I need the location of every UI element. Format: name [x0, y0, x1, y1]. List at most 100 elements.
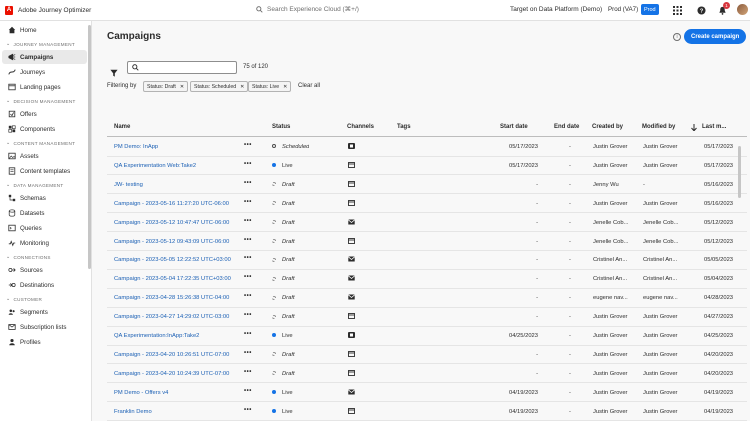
column-header-last-modified[interactable]: Last m... — [702, 124, 726, 130]
more-actions-icon[interactable]: ••• — [244, 312, 252, 318]
table-row[interactable]: JW- testing ••• Draft - - Jenny Wu - 05/16/2023 — [107, 176, 747, 195]
table-row[interactable]: Campaign - 2023-05-12 10:47:47 UTC-06:00… — [107, 214, 747, 233]
sidebar-item-segments[interactable]: Segments — [2, 305, 87, 319]
more-actions-icon[interactable]: ••• — [244, 180, 252, 186]
sidebar-section-header[interactable]: ⌄ DATA MANAGEMENT — [0, 179, 91, 191]
table-row[interactable]: Campaign - 2023-05-04 17:22:35 UTC+03:00… — [107, 270, 747, 289]
remove-filter-icon[interactable]: ✕ — [180, 84, 184, 90]
table-row[interactable]: PM Demo - Offers v4 ••• Live 04/19/2023 - Jus… — [107, 384, 747, 403]
column-header-tags[interactable]: Tags — [397, 124, 411, 130]
sidebar-item-components[interactable]: Components — [2, 122, 87, 136]
sidebar-item-journeys[interactable]: Journeys — [2, 65, 87, 79]
sidebar-item-campaigns[interactable]: Campaigns — [2, 50, 87, 64]
campaign-name-link[interactable]: JW- testing — [114, 182, 239, 188]
more-actions-icon[interactable]: ••• — [244, 161, 252, 167]
sidebar-item-landing-pages[interactable]: Landing pages — [2, 80, 87, 94]
filter-tag-scheduled[interactable]: Status: Scheduled ✕ — [190, 81, 249, 92]
campaign-name-link[interactable]: Campaign - 2023-04-20 10:26:51 UTC-07:00 — [114, 352, 239, 358]
campaign-name-link[interactable]: QA Experimentation Web:Take2 — [114, 163, 239, 169]
sidebar-item-destinations[interactable]: Destinations — [2, 278, 87, 292]
sidebar-item-profiles[interactable]: Profiles — [2, 335, 87, 349]
table-row[interactable]: QA Experimentation:InApp:Take2 ••• Live 04/… — [107, 327, 747, 346]
campaign-name-link[interactable]: Campaign - 2023-05-05 12:22:52 UTC+03:00 — [114, 257, 239, 263]
more-actions-icon[interactable]: ••• — [244, 142, 252, 148]
sidebar-section-header[interactable]: ⌄ DECISION MANAGEMENT — [0, 95, 91, 107]
more-actions-icon[interactable]: ••• — [244, 218, 252, 224]
sort-arrow-icon[interactable] — [691, 124, 697, 133]
column-header-channels[interactable]: Channels — [347, 124, 374, 130]
sidebar-item-schemas[interactable]: Schemas — [2, 191, 87, 205]
sidebar-item-datasets[interactable]: Datasets — [2, 206, 87, 220]
notifications-icon[interactable]: 1 — [716, 2, 730, 16]
column-header-name[interactable]: Name — [114, 124, 130, 130]
table-row[interactable]: Campaign - 2023-05-16 11:27:20 UTC-06:00… — [107, 195, 747, 214]
column-header-created-by[interactable]: Created by — [592, 124, 623, 130]
user-avatar[interactable] — [737, 4, 748, 15]
sidebar-item-content-templates[interactable]: Content templates — [2, 164, 87, 178]
table-row[interactable]: Campaign - 2023-05-05 12:22:52 UTC+03:00… — [107, 251, 747, 270]
app-title[interactable]: Adobe Journey Optimizer — [18, 7, 91, 14]
campaign-name-link[interactable]: Campaign - 2023-05-04 17:22:35 UTC+03:00 — [114, 276, 239, 282]
column-header-end-date[interactable]: End date — [554, 124, 579, 130]
more-actions-icon[interactable]: ••• — [244, 255, 252, 261]
sidebar-item-queries[interactable]: Queries — [2, 221, 87, 235]
sidebar-item-offers[interactable]: Offers — [2, 107, 87, 121]
table-row[interactable]: Campaign - 2023-04-27 14:29:02 UTC-03:00… — [107, 308, 747, 327]
filter-icon[interactable] — [110, 64, 118, 82]
info-icon[interactable]: i — [673, 33, 681, 41]
table-row[interactable]: Campaign - 2023-04-20 10:26:51 UTC-07:00… — [107, 346, 747, 365]
more-actions-icon[interactable]: ••• — [244, 350, 252, 356]
remove-filter-icon[interactable]: ✕ — [283, 84, 287, 90]
adobe-logo-icon[interactable]: A — [5, 5, 13, 15]
sidebar-item-monitoring[interactable]: Monitoring — [2, 236, 87, 250]
more-actions-icon[interactable]: ••• — [244, 388, 252, 394]
more-actions-icon[interactable]: ••• — [244, 293, 252, 299]
sidebar-item-subscription-lists[interactable]: Subscription lists — [2, 320, 87, 334]
column-header-start-date[interactable]: Start date — [500, 124, 528, 130]
more-actions-icon[interactable]: ••• — [244, 274, 252, 280]
table-row[interactable]: QA Experimentation Web:Take2 ••• Live 05/17… — [107, 157, 747, 176]
sidebar-scrollbar[interactable] — [88, 25, 91, 269]
sidebar-item-home[interactable]: Home — [2, 23, 87, 37]
table-row[interactable]: Campaign - 2023-04-28 15:26:38 UTC-04:00… — [107, 289, 747, 308]
campaign-name-link[interactable]: Campaign - 2023-04-27 14:29:02 UTC-03:00 — [114, 314, 239, 320]
campaign-name-link[interactable]: Campaign - 2023-05-12 09:43:09 UTC-06:00 — [114, 239, 239, 245]
campaign-name-link[interactable]: Campaign - 2023-05-12 10:47:47 UTC-06:00 — [114, 220, 239, 226]
sidebar-section-header[interactable]: ⌄ CONTENT MANAGEMENT — [0, 137, 91, 149]
filter-tag-live[interactable]: Status: Live ✕ — [248, 81, 292, 92]
table-row[interactable]: Campaign - 2023-04-20 10:24:39 UTC-07:00… — [107, 365, 747, 384]
column-header-status[interactable]: Status — [272, 124, 290, 130]
search-input[interactable] — [127, 61, 237, 74]
column-header-modified-by[interactable]: Modified by — [642, 124, 675, 130]
table-row[interactable]: PM Demo: InApp ••• Scheduled 05/17/2023 - Jus… — [107, 138, 747, 157]
campaign-name-link[interactable]: Campaign - 2023-04-28 15:26:38 UTC-04:00 — [114, 295, 239, 301]
more-actions-icon[interactable]: ••• — [244, 331, 252, 337]
apps-grid-icon[interactable] — [671, 4, 683, 16]
remove-filter-icon[interactable]: ✕ — [240, 84, 244, 90]
more-actions-icon[interactable]: ••• — [244, 407, 252, 413]
sidebar-section-header[interactable]: ⌄ CONNECTIONS — [0, 251, 91, 263]
more-actions-icon[interactable]: ••• — [244, 369, 252, 375]
more-actions-icon[interactable]: ••• — [244, 237, 252, 243]
table-row[interactable]: Franklin Demo ••• Live 04/19/2023 - Justin Gr… — [107, 403, 747, 421]
campaign-name-link[interactable]: Campaign - 2023-04-20 10:24:39 UTC-07:00 — [114, 371, 239, 377]
table-row[interactable]: Campaign - 2023-05-12 09:43:09 UTC-06:00… — [107, 233, 747, 251]
help-icon[interactable]: ? — [695, 4, 707, 16]
filter-tag-draft[interactable]: Status: Draft ✕ — [143, 81, 189, 92]
sidebar-section-header[interactable]: ⌄ CUSTOMER — [0, 293, 91, 305]
org-switcher[interactable]: Target on Data Platform (Demo) — [510, 6, 602, 13]
global-search[interactable]: Search Experience Cloud (⌘+/) — [256, 5, 359, 13]
clear-all-button[interactable]: Clear all — [298, 83, 320, 89]
more-actions-icon[interactable]: ••• — [244, 199, 252, 205]
sidebar-item-assets[interactable]: Assets — [2, 149, 87, 163]
campaign-name-link[interactable]: Campaign - 2023-05-16 11:27:20 UTC-06:00 — [114, 201, 239, 207]
campaign-name-link[interactable]: Franklin Demo — [114, 409, 239, 415]
table-scrollbar[interactable] — [738, 146, 741, 198]
sandbox-switcher[interactable]: Prod (VA7) — [608, 6, 638, 13]
sidebar-section-header[interactable]: ⌄ JOURNEY MANAGEMENT — [0, 38, 91, 50]
campaign-name-link[interactable]: QA Experimentation:InApp:Take2 — [114, 333, 239, 339]
sidebar-item-sources[interactable]: Sources — [2, 263, 87, 277]
campaign-name-link[interactable]: PM Demo: InApp — [114, 144, 239, 150]
create-campaign-button[interactable]: Create campaign — [684, 29, 747, 44]
campaign-name-link[interactable]: PM Demo - Offers v4 — [114, 390, 239, 396]
